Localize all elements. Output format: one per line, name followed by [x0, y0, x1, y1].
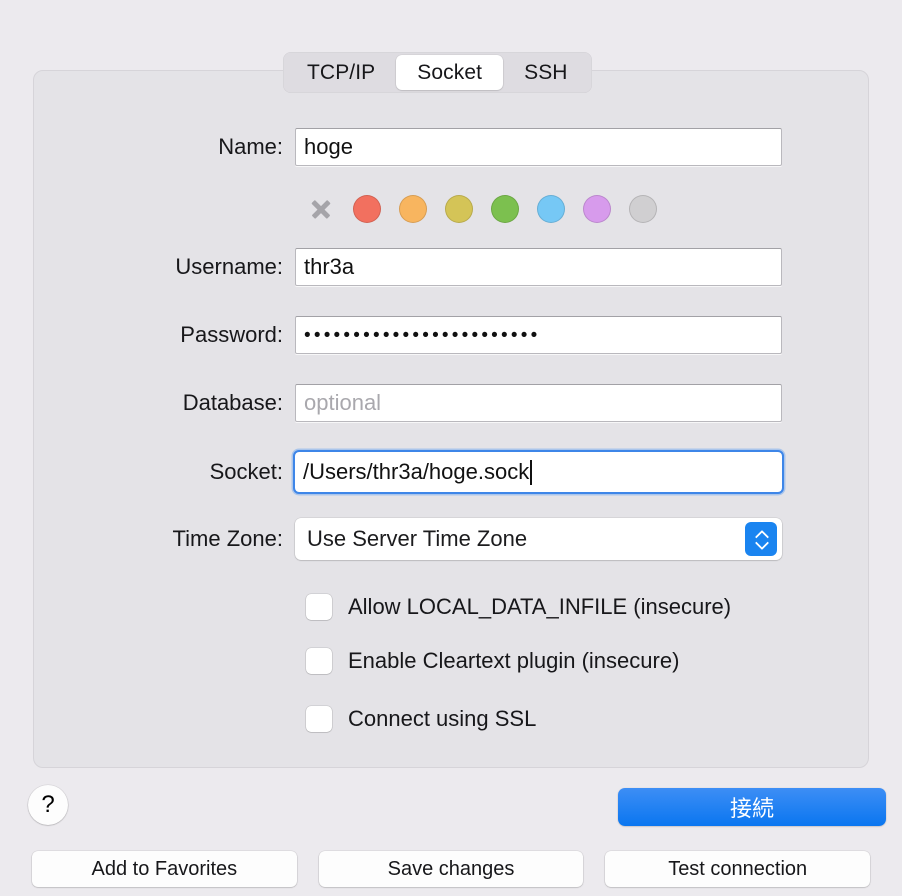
database-label: Database: [182, 390, 283, 415]
bottom-button-bar: Add to Favorites Save changes Test conne… [0, 851, 902, 887]
checkbox-box[interactable] [306, 648, 332, 674]
color-swatch-blue[interactable] [537, 195, 565, 223]
color-swatch-green[interactable] [491, 195, 519, 223]
username-input[interactable]: thr3a [295, 248, 782, 286]
name-input[interactable]: hoge [295, 128, 782, 166]
checkbox-enable-cleartext-plugin[interactable]: Enable Cleartext plugin (insecure) [306, 648, 679, 674]
database-row: Database: optional [0, 384, 902, 422]
timezone-label: Time Zone: [172, 526, 283, 551]
name-row: Name: hoge [0, 128, 902, 166]
checkbox-label: Connect using SSL [348, 706, 537, 731]
connection-type-tabbar: TCP/IP Socket SSH [283, 52, 592, 93]
color-swatch-red[interactable] [353, 195, 381, 223]
checkbox-allow-local-data-infile[interactable]: Allow LOCAL_DATA_INFILE (insecure) [306, 594, 731, 620]
save-changes-button[interactable]: Save changes [318, 851, 584, 887]
name-label: Name: [218, 134, 283, 159]
socket-input-value: /Users/thr3a/hoge.sock [303, 459, 530, 484]
connect-button[interactable]: 接続 [618, 788, 886, 826]
checkbox-box[interactable] [306, 594, 332, 620]
checkbox-label: Enable Cleartext plugin (insecure) [348, 648, 680, 673]
text-caret [530, 459, 532, 485]
timezone-select[interactable]: Use Server Time Zone [295, 518, 782, 560]
socket-input[interactable]: /Users/thr3a/hoge.sock [293, 450, 784, 494]
checkbox-connect-using-ssl[interactable]: Connect using SSL [306, 706, 536, 732]
timezone-row: Time Zone: Use Server Time Zone [0, 518, 902, 560]
password-input[interactable]: •••••••••••••••••••••••• [295, 316, 782, 354]
password-masked-value: •••••••••••••••••••••••• [304, 324, 541, 346]
color-swatch-purple[interactable] [583, 195, 611, 223]
socket-label: Socket: [209, 459, 283, 484]
database-input[interactable]: optional [295, 384, 782, 422]
password-label: Password: [180, 322, 283, 347]
checkbox-box[interactable] [306, 706, 332, 732]
help-button[interactable]: ? [28, 785, 68, 825]
username-label: Username: [175, 254, 283, 279]
color-swatch-row [307, 195, 657, 223]
color-swatch-yellow[interactable] [445, 195, 473, 223]
chevron-updown-icon[interactable] [745, 522, 777, 556]
tab-tcpip[interactable]: TCP/IP [286, 55, 396, 90]
clear-color-x-icon[interactable] [307, 195, 335, 223]
tab-ssh[interactable]: SSH [503, 55, 588, 90]
tab-socket[interactable]: Socket [396, 55, 504, 90]
test-connection-button[interactable]: Test connection [605, 851, 871, 887]
color-swatch-gray[interactable] [629, 195, 657, 223]
timezone-selected-value: Use Server Time Zone [307, 526, 528, 551]
add-to-favorites-button[interactable]: Add to Favorites [32, 851, 297, 887]
username-row: Username: thr3a [0, 248, 902, 286]
checkbox-label: Allow LOCAL_DATA_INFILE (insecure) [348, 594, 732, 619]
color-swatch-orange[interactable] [399, 195, 427, 223]
password-row: Password: •••••••••••••••••••••••• [0, 316, 902, 354]
chevron-down-icon [755, 540, 768, 547]
socket-row: Socket: /Users/thr3a/hoge.sock [0, 450, 902, 494]
